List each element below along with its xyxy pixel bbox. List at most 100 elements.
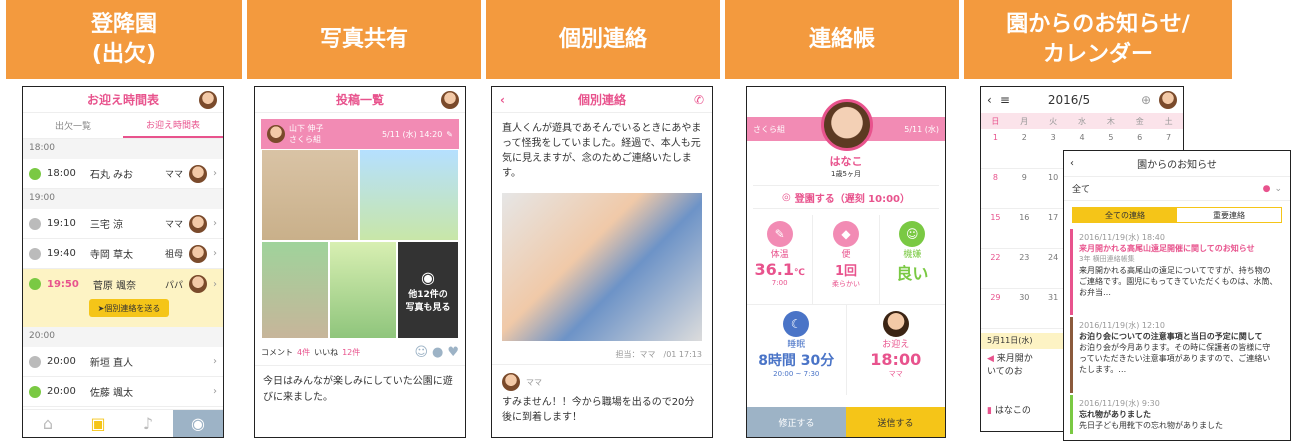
screen-title: お迎え時間表 <box>86 93 159 107</box>
status-icon <box>29 217 41 230</box>
calendar-day[interactable]: 15 <box>981 209 1010 248</box>
screen-title: 個別連絡 <box>577 93 626 107</box>
child-photo <box>821 99 873 151</box>
camera-icon[interactable]: ◉ <box>173 410 223 437</box>
tab-pickup-times[interactable]: お迎え時間表 <box>123 113 223 138</box>
attendance-status[interactable]: ◎ 登園する（遅刻 10:00） <box>753 185 939 209</box>
back-icon[interactable]: ‹ <box>500 93 505 107</box>
header-attendance: 登降園 (出欠) <box>6 0 242 79</box>
calendar-day[interactable]: 9 <box>1010 169 1039 208</box>
comment-icon[interactable]: ● <box>432 345 443 360</box>
tab-attendance-list[interactable]: 出欠一覧 <box>23 113 123 138</box>
calendar-day[interactable]: 8 <box>981 169 1010 208</box>
mood-cell[interactable]: ☺ 機嫌 良い <box>880 215 945 304</box>
filter-select[interactable]: 全て ● ⌄ <box>1064 177 1290 201</box>
calendar-day[interactable]: 30 <box>1010 289 1039 328</box>
smile-icon: ☺ <box>899 221 926 247</box>
pickup-row[interactable]: 20:00 佐藤 颯太 › <box>23 377 223 407</box>
stool-cell[interactable]: ◆ 便 1回 柔らかい <box>813 215 880 304</box>
status-icon <box>29 278 41 290</box>
time-section-header: 18:00 <box>23 139 223 159</box>
screen-title: 園からのお知らせ <box>1137 160 1217 171</box>
pickup-row[interactable]: 19:10 三宅 涼ママ › <box>23 209 223 239</box>
stats-row-2: ☾ 睡眠 8時間 30分 20:00 ~ 7:30 お迎え 18:00 ママ <box>747 305 945 395</box>
screen-title-bar: ‹ 個別連絡 ✆ <box>492 87 712 113</box>
pickup-row[interactable]: 19:40 寺岡 草太 祖母 › <box>23 239 223 269</box>
bottom-nav: ⌂ ▣ ♪ ◉ <box>23 409 223 437</box>
reply: ママ すみません！！今から職場を出るので20分後に到着します！ <box>492 365 712 433</box>
pickup-cell[interactable]: お迎え 18:00 ママ <box>847 305 946 395</box>
time-section-header: 20:00 <box>23 327 223 347</box>
circle-icon: ◎ <box>781 191 791 203</box>
photo[interactable] <box>329 241 397 339</box>
tab-bar: 出欠一覧 お迎え時間表 <box>23 113 223 139</box>
weekday-label: 金 <box>1135 116 1144 126</box>
photo[interactable] <box>261 241 329 339</box>
photo[interactable] <box>359 149 459 241</box>
screen-photo-posts: 投稿一覧 山下 伸子 さくら組 5/11 (水) 14:20 ✎ ◉ 他12件の 写… <box>254 86 466 438</box>
back-icon[interactable]: ‹ <box>987 93 992 107</box>
trash-icon: ▮ <box>987 406 995 416</box>
calendar-day[interactable]: 2 <box>1010 129 1039 168</box>
header-photo-sharing: 写真共有 <box>247 0 481 79</box>
smile-icon[interactable]: ☺ <box>414 345 428 360</box>
tab-important[interactable]: 重要連絡 <box>1177 208 1281 222</box>
arrow-icon: ➤ <box>97 303 105 313</box>
more-photos-button[interactable]: ◉ 他12件の 写真も見る <box>397 241 459 339</box>
highlighted-row[interactable]: 19:50 菅原 颯奈 パパ › ➤ 個別連絡を送る <box>23 269 223 327</box>
user-avatar[interactable] <box>1159 91 1177 109</box>
bell-icon[interactable]: ♪ <box>123 410 173 437</box>
child-avatar <box>189 164 207 183</box>
sleep-cell[interactable]: ☾ 睡眠 8時間 30分 20:00 ~ 7:30 <box>747 305 847 395</box>
edit-icon[interactable]: ✎ <box>446 130 453 139</box>
list-icon[interactable]: ▣ <box>73 410 123 437</box>
thermometer-icon: ✎ <box>766 221 793 247</box>
add-icon[interactable]: ⊕ <box>1141 93 1151 107</box>
pickup-row[interactable]: 18:00 石丸 みお ママ › <box>23 159 223 189</box>
screen-pickup-times: お迎え時間表 出欠一覧 お迎え時間表 18:00 18:00 石丸 みお ママ › 1… <box>22 86 224 438</box>
home-icon[interactable]: ⌂ <box>23 410 73 437</box>
header-notices-calendar: 園からのお知らせ/ カレンダー <box>964 0 1232 79</box>
message-text: 直人くんが遊具であそんでいるときにあやまって怪我をしていました。経過で、本人も元… <box>502 123 702 179</box>
screen-title-bar: 投稿一覧 <box>255 87 465 113</box>
calendar-day[interactable]: 22 <box>981 249 1010 288</box>
poster-avatar <box>267 125 285 143</box>
weekday-label: 水 <box>1078 116 1086 126</box>
message-photo[interactable] <box>502 193 702 341</box>
edit-button[interactable]: 修正する <box>747 407 846 437</box>
notice-item[interactable]: 2016/11/19(水) 9:30 忘れ物がありました 先日子ども用靴下の忘れ… <box>1070 395 1284 434</box>
weekday-label: 火 <box>1049 116 1058 126</box>
calendar-day[interactable]: 16 <box>1010 209 1039 248</box>
screen-title-bar: ‹ 園からのお知らせ <box>1064 151 1290 177</box>
status-icon <box>29 385 41 398</box>
tab-all[interactable]: 全ての連絡 <box>1073 208 1177 222</box>
photo[interactable] <box>261 149 359 241</box>
screen-contact-book: さくら組 5/11 (水) はなこ 1歳5ヶ月 ◎ 登園する（遅刻 10:00） ✎… <box>746 86 946 438</box>
menu-icon[interactable]: ≡ <box>1000 93 1010 107</box>
user-avatar[interactable] <box>441 91 459 109</box>
event-item[interactable]: ◀ 来月開か いてのお <box>987 353 1067 379</box>
send-contact-button[interactable]: ➤ 個別連絡を送る <box>89 299 169 317</box>
weekday-label: 日 <box>991 116 1000 126</box>
event-item[interactable]: ▮ はなこの <box>987 403 1031 416</box>
notice-item[interactable]: 2016/11/19(水) 18:40 来月開かれる高尾山遠足開催に関してのお知… <box>1070 229 1284 315</box>
heart-icon[interactable]: ♥ <box>447 345 459 360</box>
calendar-day[interactable]: 1 <box>981 129 1010 168</box>
child-avatar <box>189 275 207 293</box>
phone-icon[interactable]: ✆ <box>694 93 704 107</box>
screen-individual-contact: ‹ 個別連絡 ✆ 直人くんが遊具であそんでいるときにあやまって怪我をしていました。経… <box>491 86 713 438</box>
pickup-row[interactable]: 20:00 新垣 直人 › <box>23 347 223 377</box>
back-icon[interactable]: ‹ <box>1070 158 1074 169</box>
duck-icon: ◆ <box>832 221 859 247</box>
chevron-down-icon: ⌄ <box>1274 183 1282 194</box>
temperature-cell[interactable]: ✎ 体温 36.1℃ 7:00 <box>747 215 814 304</box>
user-avatar[interactable] <box>199 91 217 109</box>
calendar-day[interactable]: 29 <box>981 289 1010 328</box>
calendar-day[interactable]: 23 <box>1010 249 1039 288</box>
megaphone-icon: ◀ <box>987 354 997 364</box>
action-bar: 修正する 送信する <box>747 407 945 437</box>
time-section-header: 19:00 <box>23 189 223 209</box>
status-icon <box>29 247 41 260</box>
notice-item[interactable]: 2016/11/19(水) 12:10 お泊り会についての注意事項と当日の予定に… <box>1070 317 1284 393</box>
send-button[interactable]: 送信する <box>846 407 945 437</box>
